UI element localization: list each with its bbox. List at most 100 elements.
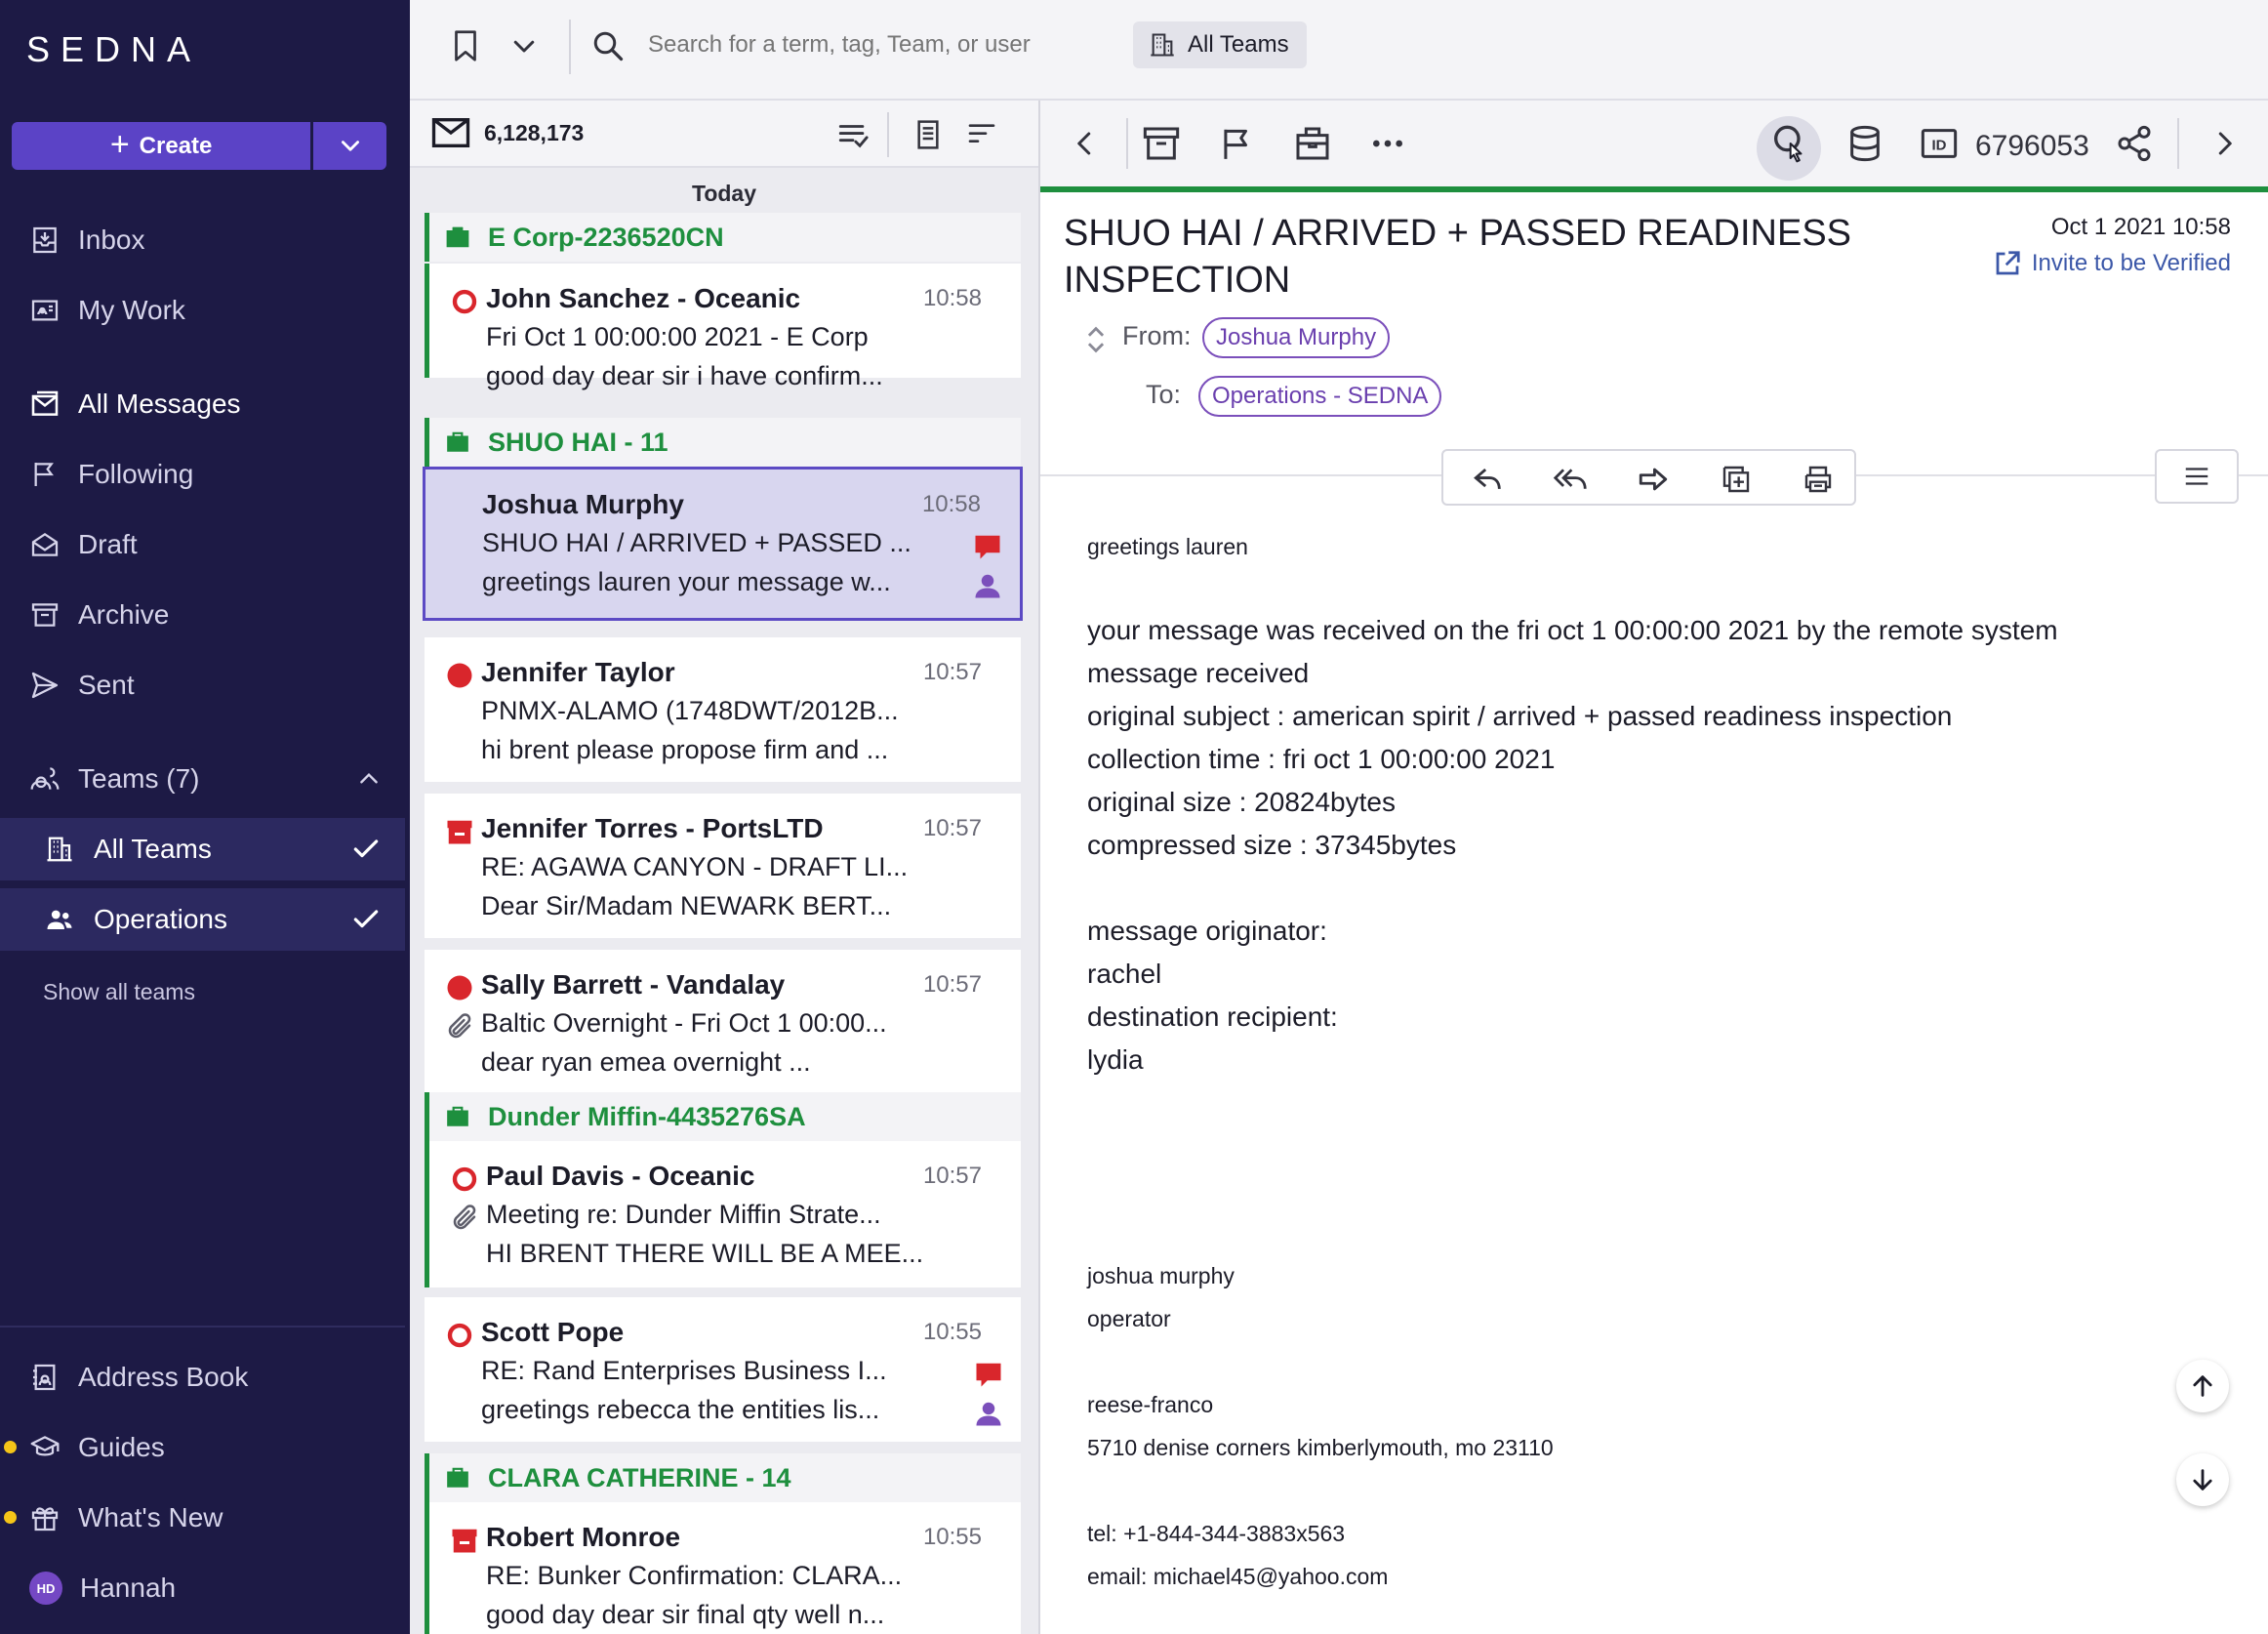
sidebar-item-address-book[interactable]: Address Book bbox=[0, 1348, 405, 1407]
message-card[interactable]: Jennifer Taylor 10:57 PNMX-ALAMO (1748DW… bbox=[425, 637, 1021, 782]
create-button[interactable]: + Create bbox=[12, 122, 311, 170]
message-card[interactable]: John Sanchez - Oceanic 10:58 Fri Oct 1 0… bbox=[425, 264, 1021, 390]
message-time: 10:55 bbox=[922, 1524, 982, 1550]
building-icon bbox=[47, 837, 72, 862]
check-icon bbox=[353, 839, 379, 858]
related-search-button[interactable] bbox=[1766, 121, 1811, 166]
share-button[interactable] bbox=[2112, 121, 2157, 166]
show-all-teams-link[interactable]: Show all teams bbox=[43, 979, 195, 1005]
message-id-value[interactable]: 6796053 bbox=[1975, 130, 2089, 163]
group-header[interactable]: SHUO HAI - 11 bbox=[425, 418, 1021, 467]
group-header[interactable]: Dunder Miffin-4435276SA bbox=[425, 1092, 1021, 1141]
sidebar-divider bbox=[0, 1326, 405, 1328]
sidebar-item-my-work[interactable]: My Work bbox=[0, 281, 405, 340]
message-card[interactable]: Scott Pope 10:55 RE: Rand Enterprises Bu… bbox=[425, 1297, 1021, 1442]
back-button[interactable] bbox=[1063, 121, 1108, 166]
sidebar-item-archive[interactable]: Archive bbox=[0, 586, 405, 644]
message-time: 10:57 bbox=[922, 971, 982, 998]
chevron-up-icon[interactable] bbox=[356, 766, 382, 792]
sort-button[interactable] bbox=[960, 113, 1003, 156]
sidebar-item-guides[interactable]: Guides bbox=[0, 1418, 405, 1477]
teams-header[interactable]: Teams (7) bbox=[0, 750, 405, 808]
next-button[interactable] bbox=[2202, 121, 2247, 166]
bookmark-icon bbox=[455, 30, 476, 61]
message-time: 10:57 bbox=[922, 1163, 982, 1189]
filled-circle-icon bbox=[447, 663, 472, 688]
briefcase-icon bbox=[446, 226, 469, 248]
sidebar-item-profile[interactable]: HD Hannah bbox=[0, 1559, 405, 1617]
search-button[interactable] bbox=[586, 23, 630, 68]
preview-mode-button[interactable] bbox=[907, 113, 950, 156]
saved-searches-dropdown[interactable] bbox=[502, 23, 547, 68]
create-control: + Create bbox=[12, 122, 386, 170]
message-preview: HI BRENT THERE WILL BE A MEE... bbox=[486, 1239, 924, 1268]
more-actions-button[interactable] bbox=[1365, 121, 1410, 166]
group-header[interactable]: E Corp-2236520CN bbox=[425, 213, 1021, 262]
forward-button[interactable] bbox=[1636, 462, 1671, 497]
scroll-down-button[interactable] bbox=[2176, 1453, 2229, 1506]
address-book-icon bbox=[33, 1364, 56, 1391]
flag-icon bbox=[1224, 129, 1248, 159]
message-card[interactable]: Robert Monroe 10:55 RE: Bunker Confirmat… bbox=[425, 1502, 1021, 1634]
all-messages-icon bbox=[31, 390, 59, 416]
message-subject: Meeting re: Dunder Miffin Strate... bbox=[486, 1200, 881, 1229]
message-card[interactable]: Joshua Murphy 10:58 SHUO HAI / ARRIVED +… bbox=[423, 467, 1023, 621]
duplicate-button[interactable] bbox=[1719, 462, 1754, 497]
print-button[interactable] bbox=[1801, 462, 1836, 497]
signature-line: email: michael45@yahoo.com bbox=[1087, 1564, 1389, 1589]
reply-button[interactable] bbox=[1471, 462, 1506, 497]
status-bar bbox=[1040, 186, 2268, 192]
sidebar-item-inbox[interactable]: Inbox bbox=[0, 211, 405, 269]
archive-button[interactable] bbox=[1139, 121, 1184, 166]
search-pointer-icon bbox=[1774, 125, 1802, 163]
team-filter-chip[interactable]: All Teams bbox=[1133, 21, 1307, 68]
invite-verified-link[interactable]: Invite to be Verified bbox=[1993, 249, 2231, 278]
message-card[interactable]: Jennifer Torres - PortsLTD 10:57 RE: AGA… bbox=[425, 794, 1021, 938]
sidebar-item-draft[interactable]: Draft bbox=[0, 515, 405, 574]
database-button[interactable] bbox=[1843, 121, 1887, 166]
open-circle-icon bbox=[447, 1323, 472, 1348]
search-input[interactable] bbox=[648, 31, 1097, 59]
expand-headers-icon[interactable] bbox=[1083, 323, 1109, 356]
assign-button[interactable] bbox=[1290, 121, 1335, 166]
bulk-select-button[interactable] bbox=[831, 113, 874, 156]
invite-label: Invite to be Verified bbox=[2031, 250, 2231, 276]
message-preview: good day dear sir i have confirm... bbox=[486, 361, 883, 390]
team-item-all-teams[interactable]: All Teams bbox=[0, 818, 405, 880]
sidebar-item-whats-new[interactable]: What's New bbox=[0, 1489, 405, 1547]
reply-all-button[interactable] bbox=[1553, 462, 1588, 497]
sidebar-item-sent[interactable]: Sent bbox=[0, 656, 405, 715]
view-options-button[interactable] bbox=[2155, 449, 2239, 504]
body-line: your message was received on the fri oct… bbox=[1087, 615, 2058, 645]
follow-button[interactable] bbox=[1214, 121, 1259, 166]
bookmark-button[interactable] bbox=[443, 23, 488, 68]
sidebar-item-label: Following bbox=[78, 459, 194, 489]
to-pill[interactable]: Operations - SEDNA bbox=[1198, 376, 1442, 417]
profile-name: Hannah bbox=[80, 1573, 177, 1603]
body-line: collection time : fri oct 1 00:00:00 202… bbox=[1087, 744, 1556, 774]
sedna-logo[interactable]: SEDNA bbox=[26, 29, 201, 70]
group-header[interactable]: CLARA CATHERINE - 14 bbox=[425, 1453, 1021, 1502]
message-sender: John Sanchez - Oceanic bbox=[486, 283, 801, 313]
from-pill[interactable]: Joshua Murphy bbox=[1202, 317, 1391, 358]
message-card[interactable]: Sally Barrett - Vandalay 10:57 Baltic Ov… bbox=[425, 950, 1021, 1094]
reply-all-icon bbox=[1553, 469, 1587, 489]
archive-icon bbox=[31, 603, 59, 627]
message-time: 10:55 bbox=[922, 1319, 982, 1345]
message-id-badge[interactable]: ID bbox=[1917, 121, 1962, 166]
team-item-operations[interactable]: Operations bbox=[0, 888, 405, 951]
user-icon bbox=[975, 574, 1000, 598]
open-circle-icon bbox=[452, 1166, 477, 1192]
message-card[interactable]: Paul Davis - Oceanic 10:57 Meeting re: D… bbox=[425, 1141, 1021, 1287]
toolbar-separator bbox=[2177, 118, 2179, 169]
team-label: Operations bbox=[94, 904, 227, 934]
sidebar-item-all-messages[interactable]: All Messages bbox=[0, 375, 405, 433]
day-separator: Today bbox=[691, 181, 757, 206]
people-icon bbox=[47, 910, 72, 929]
comment-flag-icon bbox=[975, 535, 1000, 559]
sidebar-item-following[interactable]: Following bbox=[0, 445, 405, 504]
scroll-up-button[interactable] bbox=[2176, 1360, 2229, 1412]
print-icon bbox=[1804, 466, 1832, 493]
create-dropdown-button[interactable] bbox=[313, 122, 386, 170]
sidebar: SEDNA + Create Inbox My Work All Message… bbox=[0, 0, 410, 1634]
